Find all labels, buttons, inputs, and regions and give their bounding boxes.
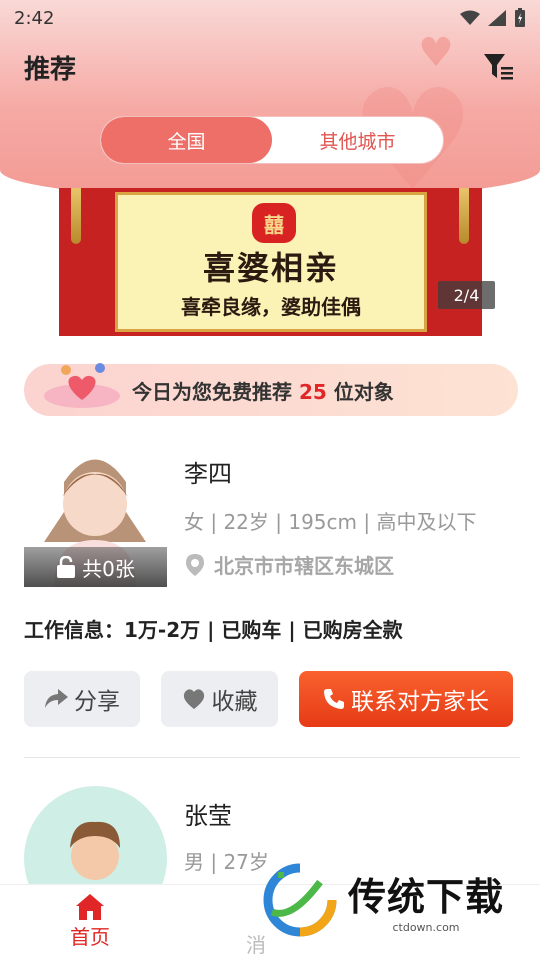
status-icons bbox=[460, 8, 526, 28]
photo-count-label: 共0张 bbox=[82, 556, 135, 581]
filter-icon bbox=[484, 54, 513, 80]
share-button[interactable]: 分享 bbox=[24, 671, 140, 727]
tassel-decoration bbox=[71, 188, 81, 244]
home-icon bbox=[76, 894, 104, 920]
profile-info: 男 | 27岁 bbox=[184, 850, 269, 874]
tab-home[interactable]: 首页 bbox=[58, 893, 122, 950]
banner-subtitle: 喜牵良缘，婆助佳偶 bbox=[181, 295, 361, 319]
recommend-prefix: 今日为您免费推荐 bbox=[132, 379, 299, 404]
avatar[interactable]: 共0张 bbox=[24, 442, 167, 587]
watermark: 传统下载 ctdown.com bbox=[262, 858, 532, 942]
tassel-decoration bbox=[459, 188, 469, 244]
tab-other-cities[interactable]: 其他城市 bbox=[272, 117, 443, 163]
tab-home-label: 首页 bbox=[70, 925, 110, 949]
love-illustration-icon bbox=[44, 363, 120, 408]
work-info: 工作信息：1万-2万 | 已购车 | 已购房全款 bbox=[24, 618, 403, 642]
watermark-logo-icon bbox=[263, 863, 337, 937]
filter-button[interactable] bbox=[482, 50, 516, 84]
recommend-text: 今日为您免费推荐 25 位对象 bbox=[132, 376, 394, 405]
card-divider bbox=[24, 757, 520, 758]
page-title: 推荐 bbox=[24, 54, 77, 85]
favorite-label: 收藏 bbox=[211, 689, 258, 715]
watermark-title: 传统下载 bbox=[348, 875, 505, 919]
status-bar: 2:42 bbox=[0, 0, 540, 36]
signal-icon bbox=[488, 10, 506, 26]
status-time: 2:42 bbox=[14, 7, 55, 29]
photo-count: 共0张 bbox=[24, 547, 167, 587]
share-icon bbox=[45, 689, 68, 708]
profile-name: 李四 bbox=[184, 460, 232, 488]
page-header: 推荐 bbox=[0, 44, 540, 90]
battery-icon bbox=[515, 8, 525, 27]
banner-panel: 囍 喜婆相亲 喜牵良缘，婆助佳偶 bbox=[115, 192, 427, 332]
recommend-count: 25 bbox=[298, 379, 327, 404]
phone-icon bbox=[324, 689, 344, 709]
location-pin-icon bbox=[186, 553, 204, 576]
profile-name: 张莹 bbox=[184, 802, 232, 830]
location-label: 北京市市辖区东城区 bbox=[214, 554, 394, 578]
wifi-icon bbox=[460, 10, 480, 25]
heart-icon bbox=[183, 689, 204, 709]
watermark-text: 传统下载 ctdown.com bbox=[348, 866, 504, 934]
banner-page-indicator: 2/4 bbox=[438, 281, 495, 309]
banner-title: 喜婆相亲 bbox=[202, 249, 339, 287]
recommend-suffix: 位对象 bbox=[326, 379, 394, 404]
tab-nationwide[interactable]: 全国 bbox=[101, 117, 272, 163]
double-happiness-icon: 囍 bbox=[252, 203, 296, 243]
lock-icon bbox=[57, 556, 76, 578]
region-switch: 全国 其他城市 bbox=[100, 116, 444, 164]
profile-card: 共0张 李四 女 | 22岁 | 195cm | 高中及以下 北京市市辖区东城区… bbox=[0, 436, 540, 756]
contact-label: 联系对方家长 bbox=[351, 689, 489, 715]
profile-info: 女 | 22岁 | 195cm | 高中及以下 bbox=[184, 510, 477, 534]
recommend-bar: 今日为您免费推荐 25 位对象 bbox=[24, 363, 518, 416]
watermark-url: ctdown.com bbox=[392, 921, 460, 934]
favorite-button[interactable]: 收藏 bbox=[161, 671, 278, 727]
share-label: 分享 bbox=[74, 689, 120, 715]
promo-banner[interactable]: 囍 喜婆相亲 喜牵良缘，婆助佳偶 bbox=[59, 188, 482, 336]
contact-parents-button[interactable]: 联系对方家长 bbox=[299, 671, 513, 727]
profile-location: 北京市市辖区东城区 bbox=[184, 550, 394, 579]
